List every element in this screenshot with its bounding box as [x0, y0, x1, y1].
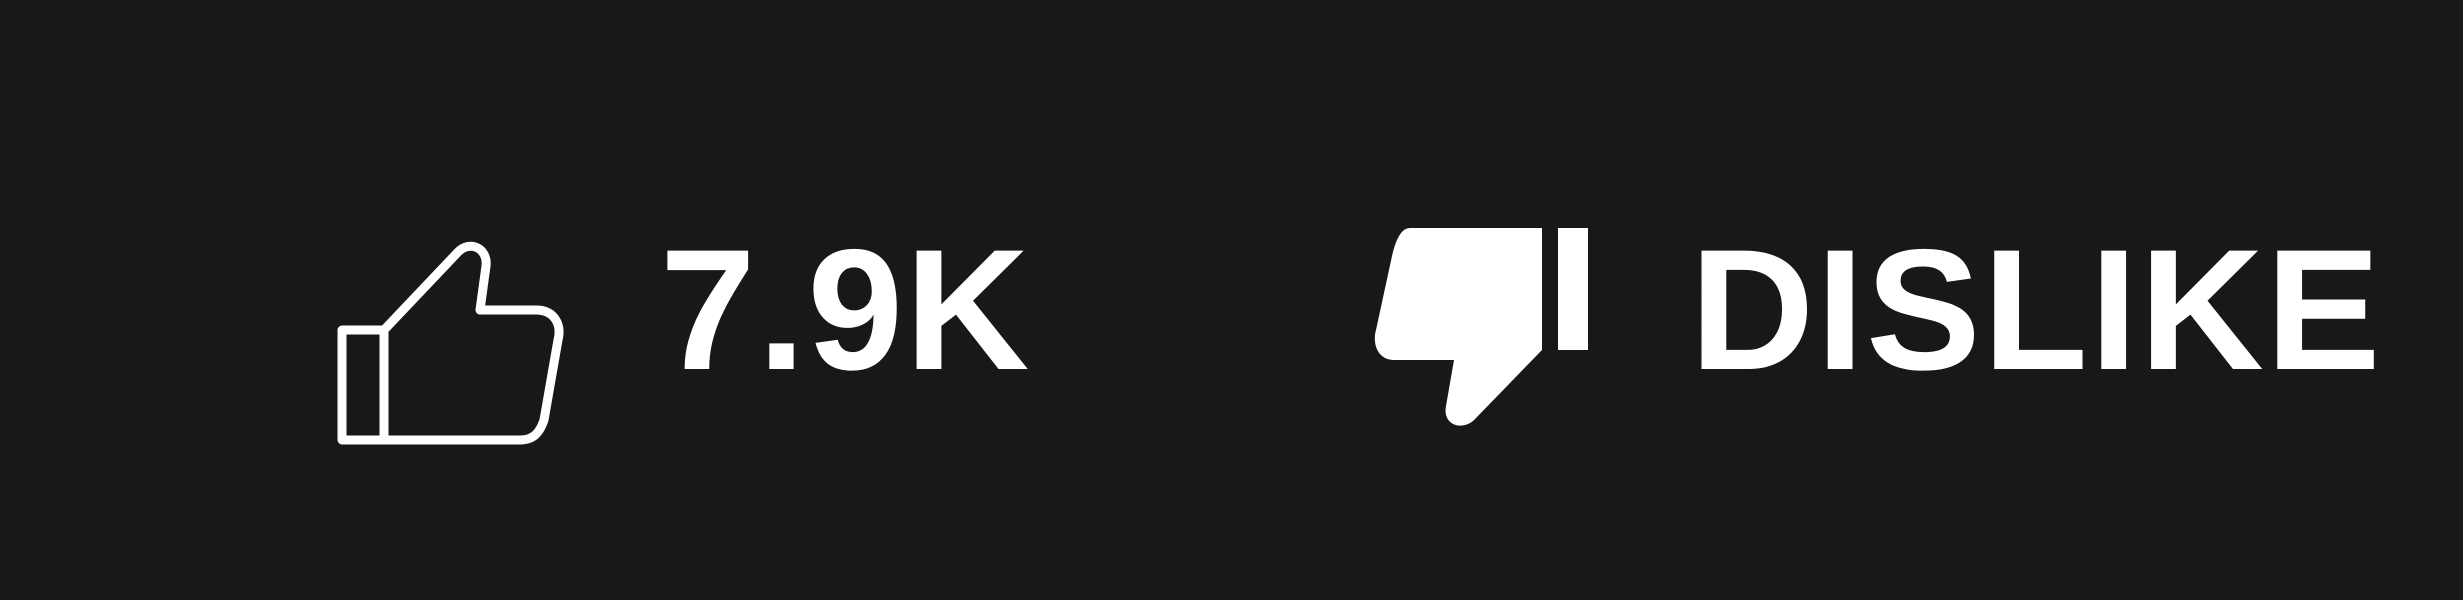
dislike-button[interactable]: DISLIKE	[1330, 0, 2410, 600]
like-button[interactable]: 7.9K	[290, 0, 1080, 600]
thumbs-down-icon	[1350, 220, 1630, 460]
video-actions-bar: 7.9K DISLIKE	[0, 0, 2463, 600]
like-count: 7.9K	[660, 214, 1032, 406]
thumbs-up-icon	[310, 220, 590, 460]
dislike-label: DISLIKE	[1690, 214, 2383, 406]
